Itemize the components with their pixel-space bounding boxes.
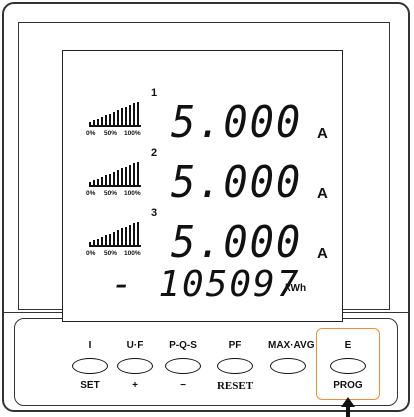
- bargraph-scale-label: 0%: [86, 190, 96, 197]
- bargraph-segment: [105, 235, 107, 245]
- bargraph-scale-label: 50%: [104, 250, 118, 257]
- bargraph-segment: [117, 230, 119, 245]
- bargraph-segment: [137, 221, 139, 245]
- bargraph-segment: [129, 105, 131, 125]
- bargraph-segment: [125, 106, 127, 125]
- button-top-label: P-Q-S: [169, 340, 197, 351]
- bargraph-segment: [125, 166, 127, 185]
- button-top-label: MAX·AVG: [268, 340, 315, 351]
- bargraph-segment: [129, 165, 131, 185]
- bargraph-segment: [101, 116, 103, 125]
- bargraph-segment: [133, 103, 135, 125]
- reading-phase-2: 5.000: [171, 157, 303, 208]
- button-pf-reset[interactable]: PF RESET: [215, 340, 255, 406]
- bargraph-baseline: [89, 125, 141, 127]
- bargraph-segment: [101, 176, 103, 185]
- lcd-screen: 0% 50% 100% 1 5.000 A 0% 50% 100% 2 5.000 A …: [62, 50, 343, 322]
- phase-number-2: 2: [151, 147, 158, 159]
- bargraph-segment: [133, 163, 135, 185]
- button-bottom-label: −: [180, 380, 186, 391]
- bargraph-phase-1: 0% 50% 100%: [86, 97, 149, 137]
- button-uf-plus[interactable]: U·F +: [115, 340, 155, 406]
- energy-reading: - 105097: [111, 264, 301, 305]
- bargraph-scale-label: 50%: [104, 190, 118, 197]
- bargraph-scale-label: 100%: [124, 250, 141, 257]
- bargraph-phase-2: 0% 50% 100%: [86, 157, 149, 197]
- bargraph-segment: [121, 228, 123, 245]
- unit-phase-2: A: [317, 185, 328, 202]
- button-key[interactable]: [117, 358, 153, 374]
- bargraph-segment: [109, 233, 111, 245]
- button-key[interactable]: [165, 358, 201, 374]
- bargraph-segment: [113, 171, 115, 185]
- bargraph-scale-label: 0%: [86, 250, 96, 257]
- bargraph-segment: [129, 225, 131, 245]
- bargraph-scale-label: 100%: [124, 190, 141, 197]
- highlight-box: [316, 328, 380, 400]
- bargraph-segment: [109, 113, 111, 125]
- button-key[interactable]: [217, 358, 253, 374]
- reading-phase-1: 5.000: [171, 97, 303, 148]
- bargraph-segment: [117, 110, 119, 125]
- button-bottom-label: +: [132, 380, 138, 391]
- bargraph-segment: [137, 161, 139, 185]
- bargraph-segment: [109, 173, 111, 185]
- bargraph-segment: [105, 175, 107, 185]
- bargraph-segment: [105, 115, 107, 125]
- bargraph-scale-label: 50%: [104, 130, 118, 137]
- bargraph-baseline: [89, 185, 141, 187]
- bargraph-baseline: [89, 245, 141, 247]
- bargraph-phase-3: 0% 50% 100%: [86, 217, 149, 257]
- bargraph-segment: [113, 111, 115, 125]
- pointer-arrow-icon: [341, 397, 355, 417]
- bargraph-segment: [125, 226, 127, 245]
- reading-phase-3: 5.000: [171, 217, 303, 268]
- bargraph-segment: [101, 236, 103, 245]
- button-bottom-label: RESET: [216, 380, 254, 392]
- phase-number-1: 1: [151, 87, 158, 99]
- button-top-label: I: [88, 340, 92, 351]
- unit-phase-3: A: [317, 245, 328, 262]
- bargraph-segment: [117, 170, 119, 185]
- button-top-label: U·F: [126, 340, 144, 351]
- button-key[interactable]: [270, 358, 306, 374]
- bargraph-segment: [137, 101, 139, 125]
- button-key[interactable]: [72, 358, 108, 374]
- button-i-set[interactable]: I SET: [70, 340, 110, 406]
- bargraph-segment: [121, 108, 123, 125]
- button-top-label: PF: [228, 340, 242, 351]
- button-max-avg[interactable]: MAX·AVG: [268, 340, 315, 406]
- bargraph-scale-label: 100%: [124, 130, 141, 137]
- button-pqs-minus[interactable]: P-Q-S −: [163, 340, 203, 406]
- phase-number-3: 3: [151, 207, 158, 219]
- bargraph-scale-label: 0%: [86, 130, 96, 137]
- unit-phase-1: A: [317, 125, 328, 142]
- energy-unit: kWh: [285, 283, 307, 294]
- bargraph-segment: [133, 223, 135, 245]
- bargraph-segment: [121, 168, 123, 185]
- bargraph-segment: [113, 231, 115, 245]
